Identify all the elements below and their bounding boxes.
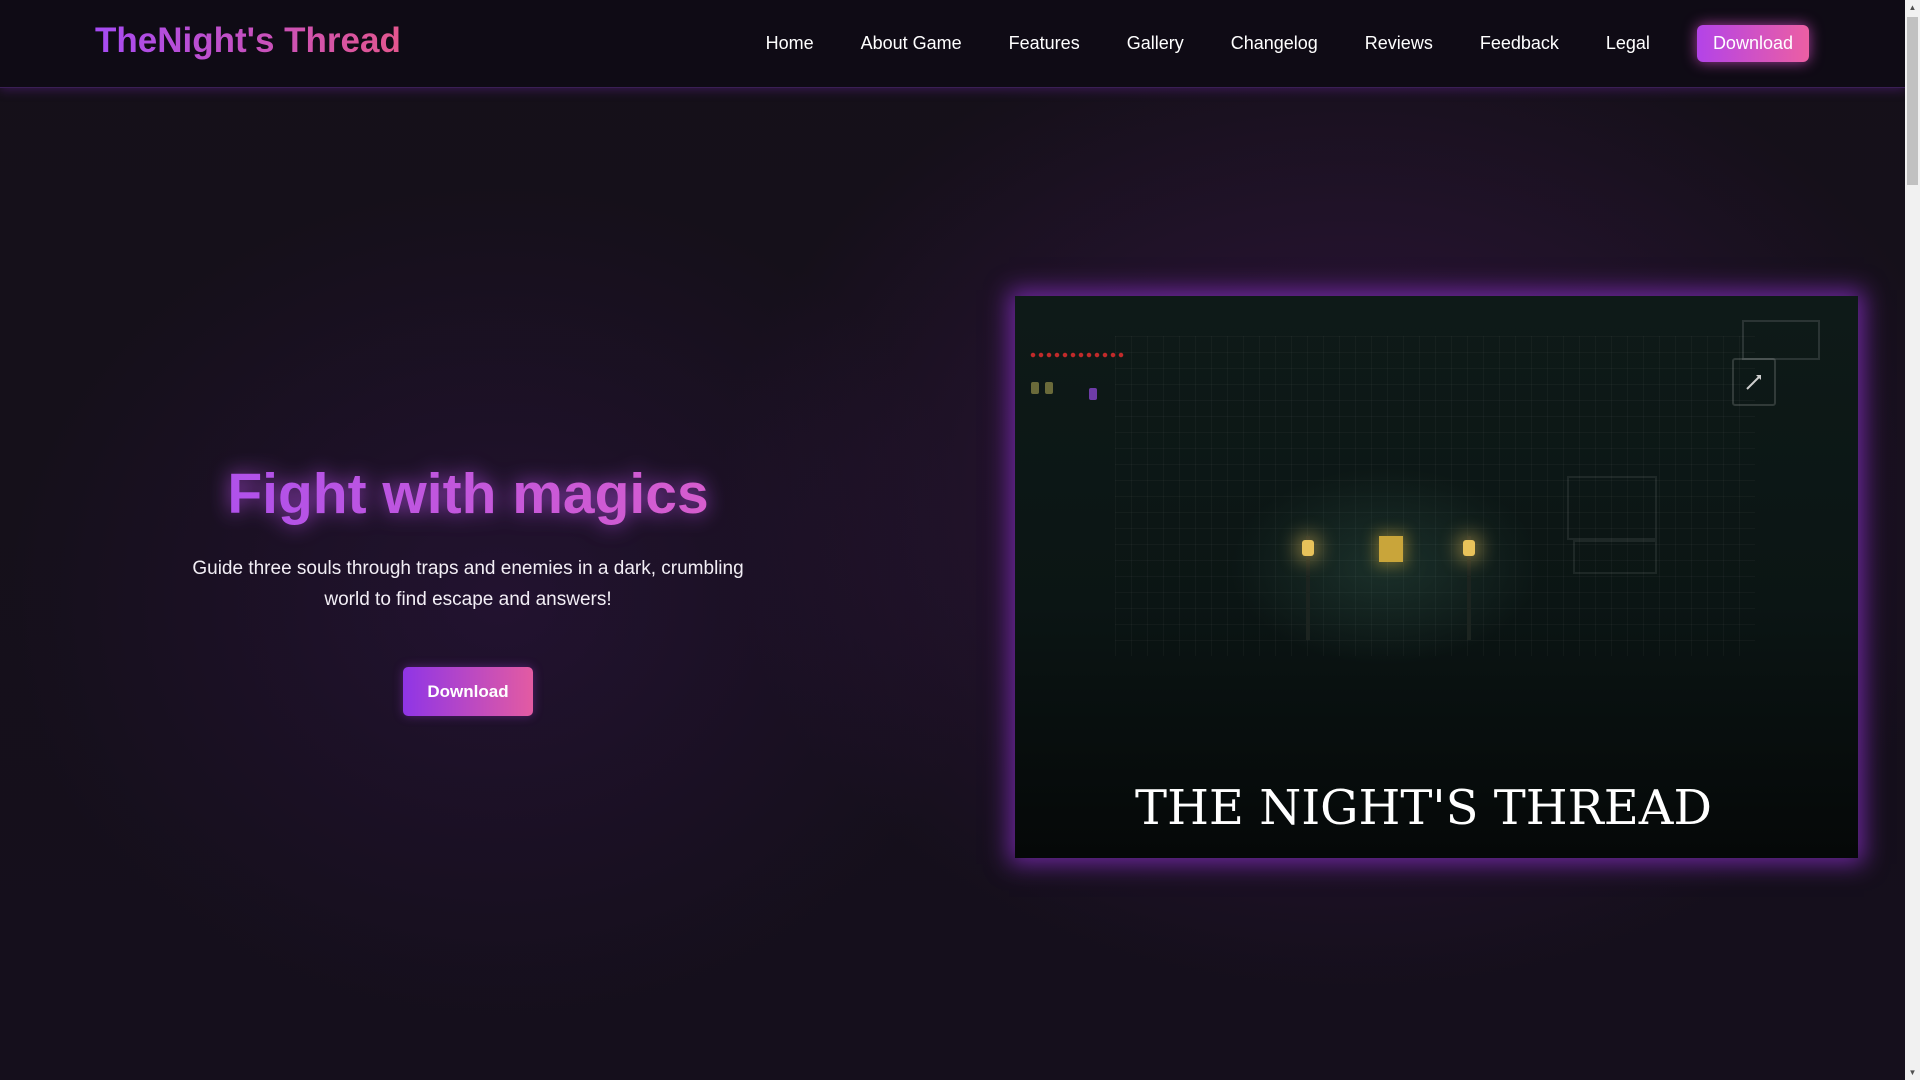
nav-download-button[interactable]: Download (1696, 25, 1809, 62)
nav-features[interactable]: Features (1009, 33, 1080, 54)
nav-reviews[interactable]: Reviews (1365, 33, 1433, 54)
nav-home[interactable]: Home (766, 33, 814, 54)
nav-changelog[interactable]: Changelog (1231, 33, 1318, 54)
lamp-light-icon (1463, 540, 1475, 556)
sword-icon (1746, 375, 1761, 390)
nav-feedback[interactable]: Feedback (1480, 33, 1559, 54)
portrait-icon (1379, 536, 1403, 562)
hero-section: Fight with magics Guide three souls thro… (140, 460, 796, 717)
screenshot-tile-background (1115, 336, 1755, 656)
site-header: TheNight's Thread Home About Game Featur… (0, 0, 1905, 88)
game-screenshot: THE NIGHT'S THREAD (1015, 296, 1858, 858)
weapon-slot (1732, 358, 1776, 406)
hero-title: Fight with magics (140, 460, 796, 528)
health-hearts-icon (1029, 352, 1125, 358)
hero-subtitle: Guide three souls through traps and enem… (192, 558, 744, 611)
nav-gallery[interactable]: Gallery (1127, 33, 1184, 54)
inventory-items-icon (1031, 382, 1101, 404)
nav-legal[interactable]: Legal (1606, 33, 1650, 54)
hero-download-button[interactable]: Download (403, 667, 533, 717)
inventory-item-icon (1045, 382, 1053, 394)
scroll-up-arrow-icon[interactable]: ▲ (1905, 0, 1920, 15)
page: TheNight's Thread Home About Game Featur… (0, 0, 1905, 1080)
scrollbar-thumb[interactable] (1907, 17, 1918, 185)
game-logo-text: THE NIGHT'S THREAD (1135, 780, 1712, 836)
main-nav: Home About Game Features Gallery Changel… (766, 0, 1809, 87)
window-frame (1573, 540, 1657, 574)
page-scrollbar[interactable]: ▲ ▼ (1905, 0, 1920, 1080)
inventory-item-icon (1089, 388, 1097, 400)
window-frame (1567, 476, 1657, 540)
inventory-item-icon (1031, 382, 1039, 394)
site-logo[interactable]: TheNight's Thread (95, 21, 401, 61)
lamp-light-icon (1302, 540, 1314, 556)
weapon-slot-frame (1742, 320, 1820, 360)
scroll-down-arrow-icon[interactable]: ▼ (1905, 1065, 1920, 1080)
nav-about-game[interactable]: About Game (861, 33, 962, 54)
